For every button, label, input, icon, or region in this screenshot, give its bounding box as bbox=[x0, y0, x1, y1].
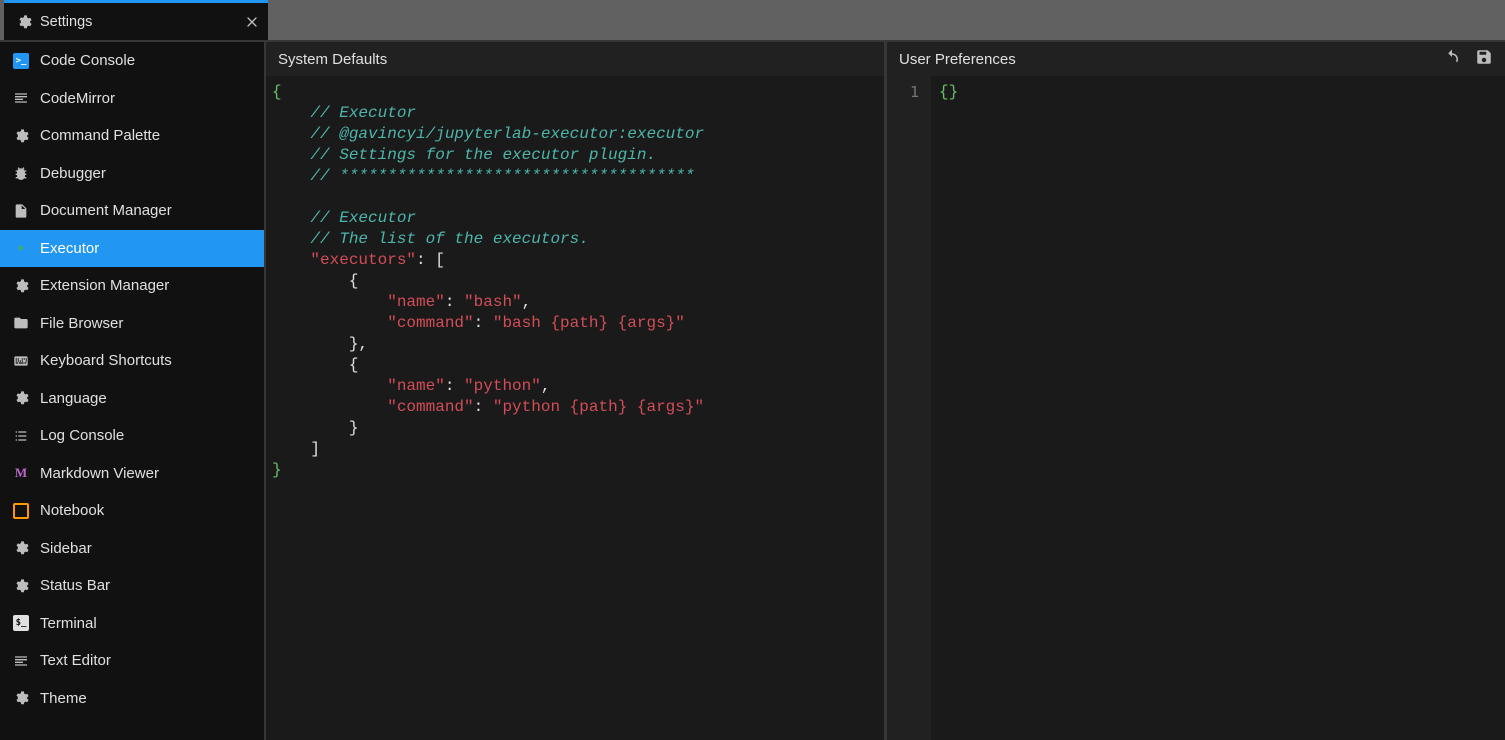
play-icon bbox=[12, 239, 30, 257]
sidebar-item-theme[interactable]: Theme bbox=[0, 680, 264, 718]
pane-header: System Defaults bbox=[266, 42, 884, 76]
sidebar-item-label: Theme bbox=[40, 690, 87, 707]
sidebar-item-label: Keyboard Shortcuts bbox=[40, 352, 172, 369]
sidebar-item-label: Code Console bbox=[40, 52, 135, 69]
sidebar-item-label: Log Console bbox=[40, 427, 124, 444]
gear-icon bbox=[16, 14, 32, 30]
sidebar-item-file-browser[interactable]: File Browser bbox=[0, 305, 264, 343]
sidebar-item-label: Text Editor bbox=[40, 652, 111, 669]
bug-icon bbox=[12, 164, 30, 182]
sidebar-item-language[interactable]: Language bbox=[0, 380, 264, 418]
sidebar-item-label: Executor bbox=[40, 240, 99, 257]
sidebar-item-sidebar[interactable]: Sidebar bbox=[0, 530, 264, 568]
sidebar-item-debugger[interactable]: Debugger bbox=[0, 155, 264, 193]
gear-icon bbox=[12, 577, 30, 595]
pane-title: System Defaults bbox=[278, 51, 387, 68]
sidebar-item-notebook[interactable]: Notebook bbox=[0, 492, 264, 530]
save-icon[interactable] bbox=[1475, 48, 1493, 70]
notebook-icon bbox=[12, 502, 30, 520]
sidebar-item-label: Extension Manager bbox=[40, 277, 169, 294]
sidebar-item-extension-manager[interactable]: Extension Manager bbox=[0, 267, 264, 305]
settings-category-list: >_ Code Console CodeMirror Command Palette D… bbox=[0, 42, 264, 740]
sidebar-item-label: CodeMirror bbox=[40, 90, 115, 107]
sidebar-item-label: Language bbox=[40, 390, 107, 407]
sidebar-item-document-manager[interactable]: Document Manager bbox=[0, 192, 264, 230]
line-gutter: 1 bbox=[887, 76, 931, 740]
file-icon bbox=[12, 202, 30, 220]
system-defaults-pane: System Defaults { // Executor // @gavinc… bbox=[266, 42, 884, 740]
gear-icon bbox=[12, 127, 30, 145]
pane-title: User Preferences bbox=[899, 51, 1016, 68]
system-defaults-editor: { // Executor // @gavincyi/jupyterlab-ex… bbox=[266, 76, 884, 740]
pane-header: User Preferences bbox=[887, 42, 1505, 76]
sidebar-item-label: Status Bar bbox=[40, 577, 110, 594]
gear-icon bbox=[12, 277, 30, 295]
sidebar-item-code-console[interactable]: >_ Code Console bbox=[0, 42, 264, 80]
gear-icon bbox=[12, 539, 30, 557]
lines-icon bbox=[12, 89, 30, 107]
keyboard-icon bbox=[12, 352, 30, 370]
gear-icon bbox=[12, 689, 30, 707]
close-icon[interactable] bbox=[244, 14, 260, 30]
sidebar-item-text-editor[interactable]: Text Editor bbox=[0, 642, 264, 680]
sidebar-item-keyboard-shortcuts[interactable]: Keyboard Shortcuts bbox=[0, 342, 264, 380]
sidebar-item-label: Terminal bbox=[40, 615, 97, 632]
sidebar-item-label: Markdown Viewer bbox=[40, 465, 159, 482]
tab-title: Settings bbox=[40, 14, 92, 30]
sidebar-item-label: Sidebar bbox=[40, 540, 92, 557]
undo-icon[interactable] bbox=[1443, 48, 1461, 70]
sidebar-item-markdown-viewer[interactable]: M Markdown Viewer bbox=[0, 455, 264, 493]
terminal-icon: $_ bbox=[12, 614, 30, 632]
sidebar-item-label: Command Palette bbox=[40, 127, 160, 144]
sidebar-item-codemirror[interactable]: CodeMirror bbox=[0, 80, 264, 118]
user-preferences-editor[interactable]: {} bbox=[931, 76, 1505, 740]
list-icon bbox=[12, 427, 30, 445]
sidebar-item-label: File Browser bbox=[40, 315, 123, 332]
sidebar-item-label: Notebook bbox=[40, 502, 104, 519]
sidebar-item-status-bar[interactable]: Status Bar bbox=[0, 567, 264, 605]
gear-icon bbox=[12, 389, 30, 407]
tab-settings[interactable]: Settings bbox=[4, 0, 268, 40]
console-icon: >_ bbox=[12, 52, 30, 70]
markdown-icon: M bbox=[12, 464, 30, 482]
sidebar-item-executor[interactable]: Executor bbox=[0, 230, 264, 268]
lines-icon bbox=[12, 652, 30, 670]
sidebar-item-command-palette[interactable]: Command Palette bbox=[0, 117, 264, 155]
sidebar-item-label: Debugger bbox=[40, 165, 106, 182]
user-preferences-pane: User Preferences 1 {} bbox=[884, 42, 1505, 740]
sidebar-item-log-console[interactable]: Log Console bbox=[0, 417, 264, 455]
sidebar-item-label: Document Manager bbox=[40, 202, 172, 219]
sidebar-item-terminal[interactable]: $_ Terminal bbox=[0, 605, 264, 643]
folder-icon bbox=[12, 314, 30, 332]
